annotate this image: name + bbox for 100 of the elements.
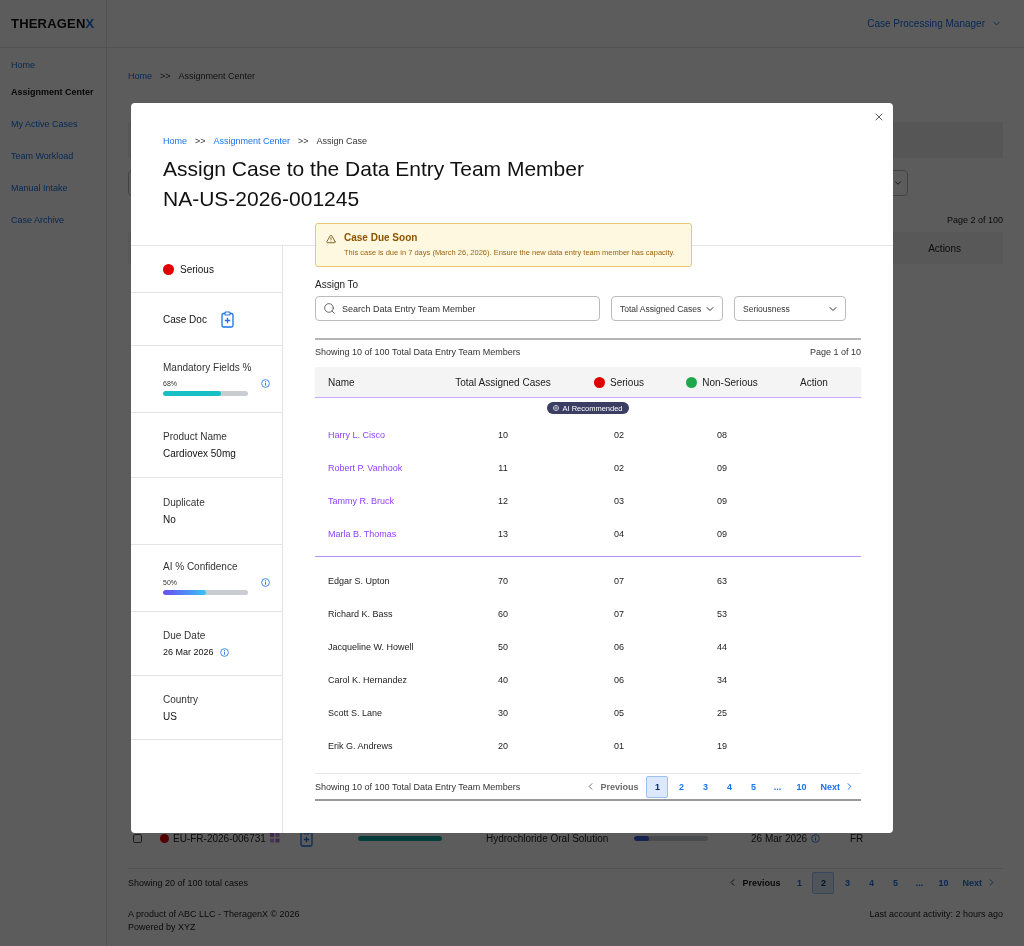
table-cell-text: 11 — [497, 462, 509, 473]
page-info: Page 1 of 10 — [809, 347, 861, 357]
case-id[interactable]: EU-FR-2026-006731 — [173, 832, 266, 844]
member-name: Edgar S. Upton — [327, 575, 391, 586]
breadcrumb-link[interactable]: Home — [163, 136, 187, 146]
member-name[interactable]: Tammy R. Bruck — [315, 495, 445, 506]
member-name[interactable]: Harry L. Cisco — [315, 429, 445, 440]
page-button[interactable]: 3 — [836, 871, 859, 894]
table-cell-text: 44 — [716, 641, 728, 652]
table-cell-text: 25 — [716, 707, 728, 718]
dialog-title: Assign Case to the Data Entry Team Member — [163, 156, 585, 182]
detail-label: AI % Confidence — [163, 561, 239, 572]
page-button[interactable]: 4 — [860, 871, 883, 894]
table-cell-text: 40 — [497, 674, 509, 685]
filter-select[interactable]: Seriousness — [734, 296, 846, 321]
chevron-down-icon — [893, 178, 903, 188]
squares-icon — [269, 833, 280, 843]
page-button[interactable]: 3 — [694, 775, 717, 798]
member-name: Scott S. Lane — [327, 707, 384, 718]
table-cell-text: 12 — [497, 495, 509, 506]
next-button[interactable]: Next — [956, 877, 1003, 888]
breadcrumb-separator: >> — [298, 136, 309, 146]
case-id: NA-US-2026-001245 — [163, 186, 361, 212]
member-name: Jacqueline W. Howell — [327, 641, 415, 652]
sidebar-item[interactable]: My Active Cases — [0, 108, 106, 140]
filter-select[interactable]: Total Assigned Cases — [611, 296, 723, 321]
sidebar-item[interactable]: Team Workload — [0, 140, 106, 172]
page-button[interactable]: 4 — [718, 775, 741, 798]
detail-value: 26 Mar 2026 — [163, 647, 214, 657]
detail-label: Duplicate — [163, 497, 206, 508]
column-header: Name — [328, 376, 355, 388]
page-button[interactable]: 5 — [742, 775, 765, 798]
member-name[interactable]: Robert P. Vanhook — [315, 462, 445, 473]
page-button[interactable]: ... — [766, 775, 789, 798]
page-button[interactable]: 10 — [790, 775, 813, 798]
column-header: Total Assigned Cases — [455, 376, 551, 388]
sidebar-item[interactable]: Manual Intake — [0, 172, 106, 204]
last-activity: Last account activity: 2 hours ago — [869, 908, 1003, 921]
breadcrumb-link[interactable]: Home — [128, 71, 152, 81]
breadcrumb-separator: >> — [195, 136, 206, 146]
current-page-label: Assign Case — [316, 136, 368, 146]
page-button[interactable]: 1 — [788, 871, 811, 894]
member-name: Carol K. Hernandez — [327, 674, 409, 685]
showing-text: Showing 10 of 100 Total Data Entry Team Members — [315, 347, 521, 357]
info-icon[interactable] — [219, 647, 229, 657]
detail-value: US — [163, 710, 178, 722]
user-menu[interactable]: Case Processing Manager — [867, 18, 1002, 29]
table-cell-text: 50 — [497, 641, 509, 652]
detail-value: Cardiovex 50mg — [163, 448, 237, 459]
row-checkbox[interactable] — [133, 833, 142, 843]
country: FR — [850, 832, 865, 844]
column-header: Non-Serious — [702, 376, 758, 388]
table-cell-text: 53 — [716, 608, 728, 619]
table-cell-text: 60 — [497, 608, 509, 619]
info-icon[interactable] — [811, 833, 821, 843]
next-button[interactable]: Next — [814, 781, 861, 792]
table-cell-text: 10 — [497, 429, 509, 440]
page-button[interactable]: 1 — [646, 775, 669, 798]
current-page-label: Assignment Center — [178, 71, 256, 81]
due-date: 26 Mar 2026 — [751, 832, 808, 844]
detail-label: Mandatory Fields % — [163, 362, 253, 373]
page-button[interactable]: 10 — [932, 871, 955, 894]
table-cell-text: 02 — [613, 462, 625, 473]
column-header: Serious — [610, 376, 644, 388]
clipboard-plus-icon[interactable] — [220, 310, 234, 328]
table-cell-text: 30 — [497, 707, 509, 718]
page-button[interactable]: 2 — [812, 871, 835, 894]
page-button[interactable]: 5 — [884, 871, 907, 894]
table-cell-text: 19 — [716, 740, 728, 751]
sidebar-item[interactable]: Case Archive — [0, 204, 106, 236]
detail-label: Due Date — [163, 630, 207, 641]
member-name: Erik G. Andrews — [327, 740, 394, 751]
logo: THERAGENX — [11, 16, 95, 31]
table-cell-text: 05 — [613, 707, 625, 718]
sidebar-item[interactable]: Home — [0, 54, 106, 76]
info-icon[interactable] — [261, 578, 270, 587]
detail-value: No — [163, 514, 177, 525]
table-cell-text: 07 — [613, 608, 625, 619]
page-button[interactable]: 2 — [670, 775, 693, 798]
table-cell-text: 02 — [613, 429, 625, 440]
search-icon — [323, 302, 336, 315]
column-header: Actions — [928, 242, 961, 254]
page-button[interactable]: ... — [908, 871, 931, 894]
warning-icon — [326, 234, 336, 244]
info-icon[interactable] — [261, 379, 270, 388]
search-field[interactable]: Search Data Entry Team Member — [315, 296, 600, 321]
footer-text: A product of ABC LLC - TheragenX © 2026 — [128, 908, 300, 921]
sidebar-item[interactable]: Assignment Center — [0, 76, 106, 108]
breadcrumb-link[interactable]: Assignment Center — [213, 136, 291, 146]
table-cell-text: 09 — [716, 495, 728, 506]
alert-title: Case Due Soon — [344, 232, 419, 243]
member-name[interactable]: Marla B. Thomas — [315, 528, 445, 539]
table-cell-text: 08 — [716, 429, 728, 440]
detail-label: Country — [163, 693, 199, 705]
table-cell-text: 09 — [716, 462, 728, 473]
close-button[interactable] — [873, 111, 885, 123]
table-cell-text: 03 — [613, 495, 625, 506]
table-cell-text: 06 — [613, 674, 625, 685]
table-cell-text: 70 — [497, 575, 509, 586]
table-cell-text: 13 — [497, 528, 509, 539]
